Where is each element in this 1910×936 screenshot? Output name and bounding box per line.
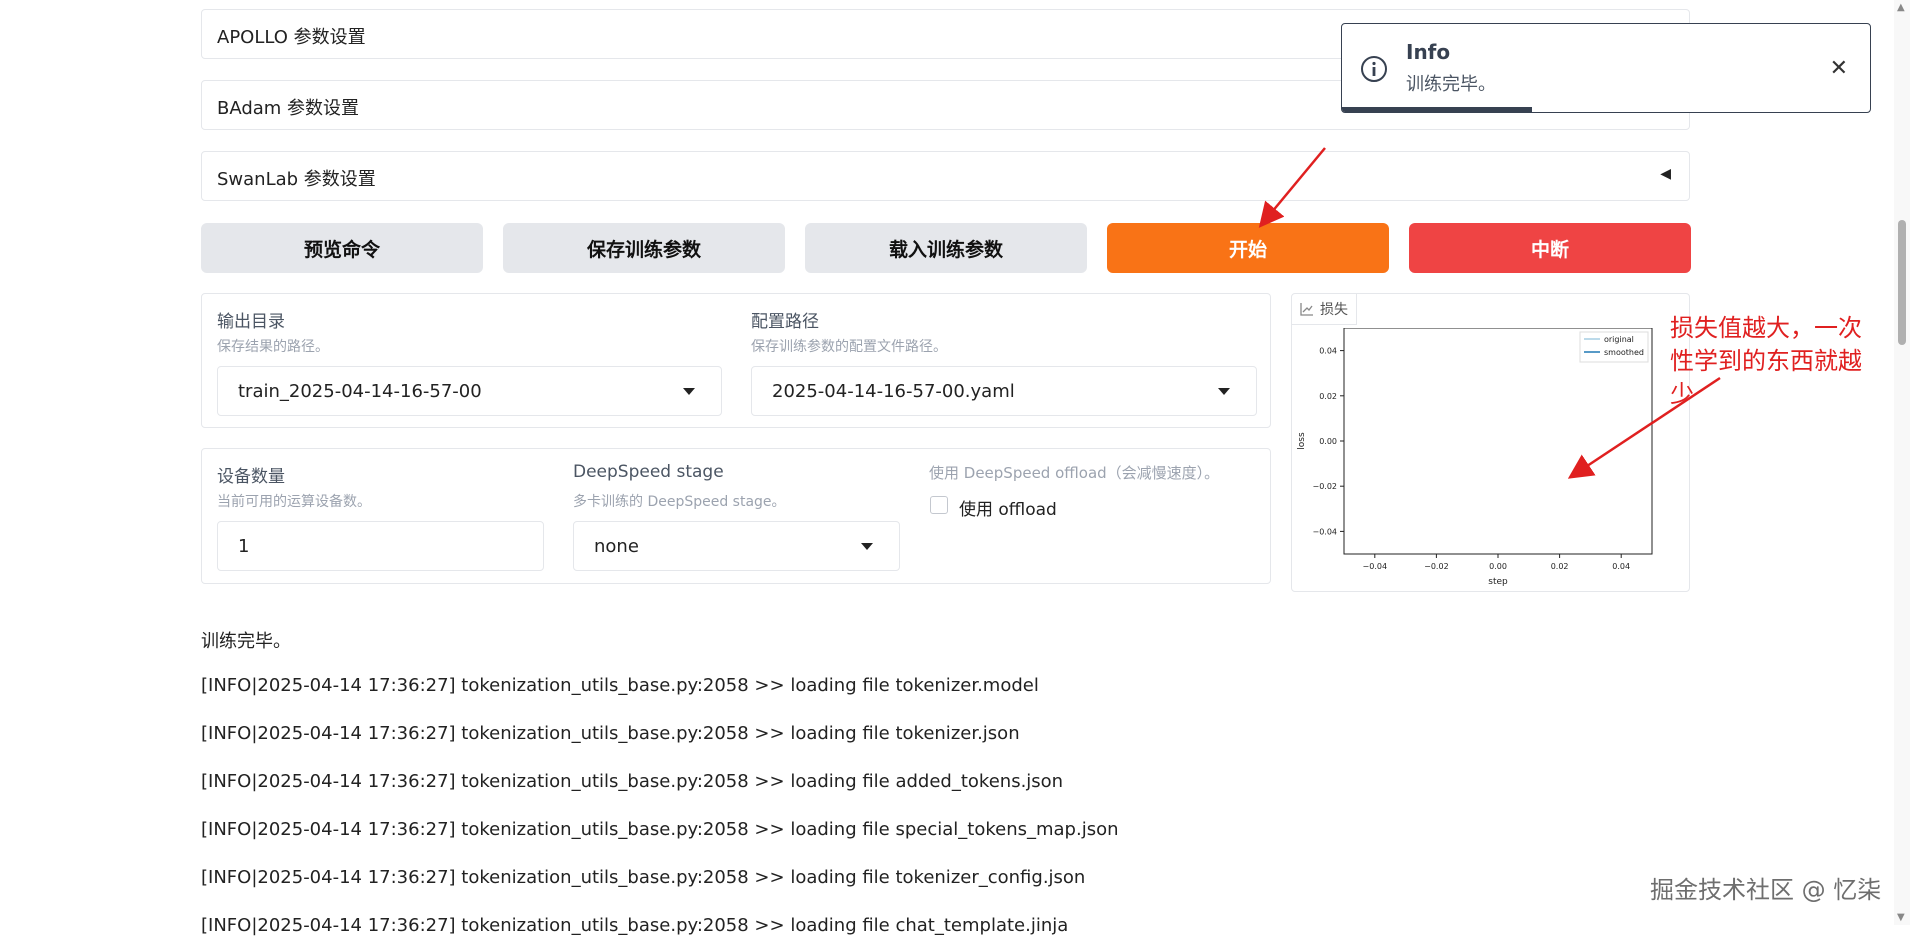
scroll-down-icon[interactable]: ▼ [1897,912,1905,923]
scroll-up-icon[interactable]: ▲ [1897,2,1905,13]
y-tick-label: 0.00 [1319,437,1337,446]
device-deepspeed-panel: 设备数量 当前可用的运算设备数。 1 DeepSpeed stage 多卡训练的… [201,448,1271,584]
close-icon[interactable]: ✕ [1830,56,1848,81]
x-axis-label: step [1488,577,1508,587]
log-line: [INFO|2025-04-14 17:36:27] tokenization_… [201,867,1086,888]
log-line: [INFO|2025-04-14 17:36:27] tokenization_… [201,819,1119,840]
y-ticks: 0.04 0.02 0.00 −0.02 −0.04 [1312,347,1344,536]
device-count-value: 1 [238,536,250,557]
log-line: [INFO|2025-04-14 17:36:27] tokenization_… [201,675,1039,696]
device-count-input[interactable]: 1 [217,521,544,571]
stop-button[interactable]: 中断 [1409,223,1691,273]
config-path-info: 保存训练参数的配置文件路径。 [751,339,947,355]
ds-stage-info: 多卡训练的 DeepSpeed stage。 [573,494,786,510]
config-path-label: 配置路径 [751,312,819,332]
output-dir-info: 保存结果的路径。 [217,339,329,355]
accordion-badam-label: BAdam 参数设置 [217,98,360,119]
x-tick-label: 0.04 [1612,562,1630,571]
output-dir-label: 输出目录 [217,312,285,332]
save-args-button[interactable]: 保存训练参数 [503,223,785,273]
legend-label: smoothed [1604,348,1644,357]
info-icon [1361,56,1387,82]
chart-legend: original smoothed [1579,331,1649,363]
accordion-swanlab[interactable]: SwanLab 参数设置 ◀ [201,151,1690,201]
loss-chart: −0.04 −0.02 0.00 0.02 0.04 0.04 0.02 0.00 −0.02… [1297,328,1653,587]
training-status-text: 训练完毕。 [201,631,291,652]
x-tick-label: −0.04 [1363,562,1388,571]
output-dir-value: train_2025-04-14-16-57-00 [238,381,482,402]
chevron-down-icon [861,543,873,550]
log-line: [INFO|2025-04-14 17:36:27] tokenization_… [201,723,1020,744]
accordion-swanlab-label: SwanLab 参数设置 [217,169,376,190]
ds-offload-checkbox[interactable] [930,496,948,514]
y-tick-label: −0.04 [1312,527,1337,536]
chevron-down-icon [1218,388,1230,395]
chevron-down-icon [683,388,695,395]
log-line: [INFO|2025-04-14 17:36:27] tokenization_… [201,771,1064,792]
ds-offload-label: 使用 DeepSpeed offload（会减慢速度）。 [929,464,1220,482]
toast-message: 训练完毕。 [1406,74,1496,95]
watermark: 掘金技术社区 @ 忆柒 [1650,876,1882,904]
y-axis-label: loss [1297,432,1307,450]
y-tick-label: 0.02 [1319,392,1337,401]
y-tick-label: 0.04 [1319,347,1337,356]
output-dir-dropdown[interactable]: train_2025-04-14-16-57-00 [217,366,722,416]
x-tick-label: 0.00 [1489,562,1507,571]
ds-stage-dropdown[interactable]: none [573,521,900,571]
config-path-value: 2025-04-14-16-57-00.yaml [772,381,1015,402]
x-tick-label: −0.02 [1424,562,1449,571]
ds-stage-value: none [594,536,639,557]
x-tick-label: 0.02 [1551,562,1569,571]
training-page: APOLLO 参数设置 ◀ BAdam 参数设置 ◀ SwanLab 参数设置 … [0,0,1910,936]
ds-stage-label: DeepSpeed stage [573,462,724,482]
start-button[interactable]: 开始 [1107,223,1389,273]
log-line: [INFO|2025-04-14 17:36:27] tokenization_… [201,915,1069,936]
collapse-triangle-icon: ◀ [1660,166,1671,182]
config-path-dropdown[interactable]: 2025-04-14-16-57-00.yaml [751,366,1257,416]
y-tick-label: −0.02 [1312,482,1337,491]
loss-plot-tab-label: 损失 [1320,302,1348,318]
toast-title: Info [1406,40,1451,64]
legend-label: original [1604,335,1634,344]
device-count-info: 当前可用的运算设备数。 [217,494,371,510]
output-config-panel: 输出目录 保存结果的路径。 train_2025-04-14-16-57-00 … [201,293,1271,428]
toast-progress-bar [1342,107,1532,112]
page-scrollbar[interactable]: ▲ ▼ [1894,0,1910,925]
annotation-text: 损失值越大，一次性学到的东西就越少 [1670,314,1862,408]
device-count-label: 设备数量 [217,467,285,487]
loss-plot-panel: 损失 −0.04 −0.02 0.00 0.02 0.04 0.04 0.02 0.00 −0… [1291,293,1690,592]
load-args-button[interactable]: 载入训练参数 [805,223,1087,273]
accordion-apollo-label: APOLLO 参数设置 [217,27,366,48]
info-toast: Info 训练完毕。 ✕ [1341,23,1871,113]
chart-icon [1300,303,1313,316]
loss-plot-tab: 损失 [1292,294,1357,325]
preview-command-button[interactable]: 预览命令 [201,223,483,273]
x-ticks: −0.04 −0.02 0.00 0.02 0.04 [1363,554,1630,571]
scrollbar-thumb[interactable] [1898,220,1906,345]
ds-offload-checkbox-label[interactable]: 使用 offload [959,495,1057,520]
